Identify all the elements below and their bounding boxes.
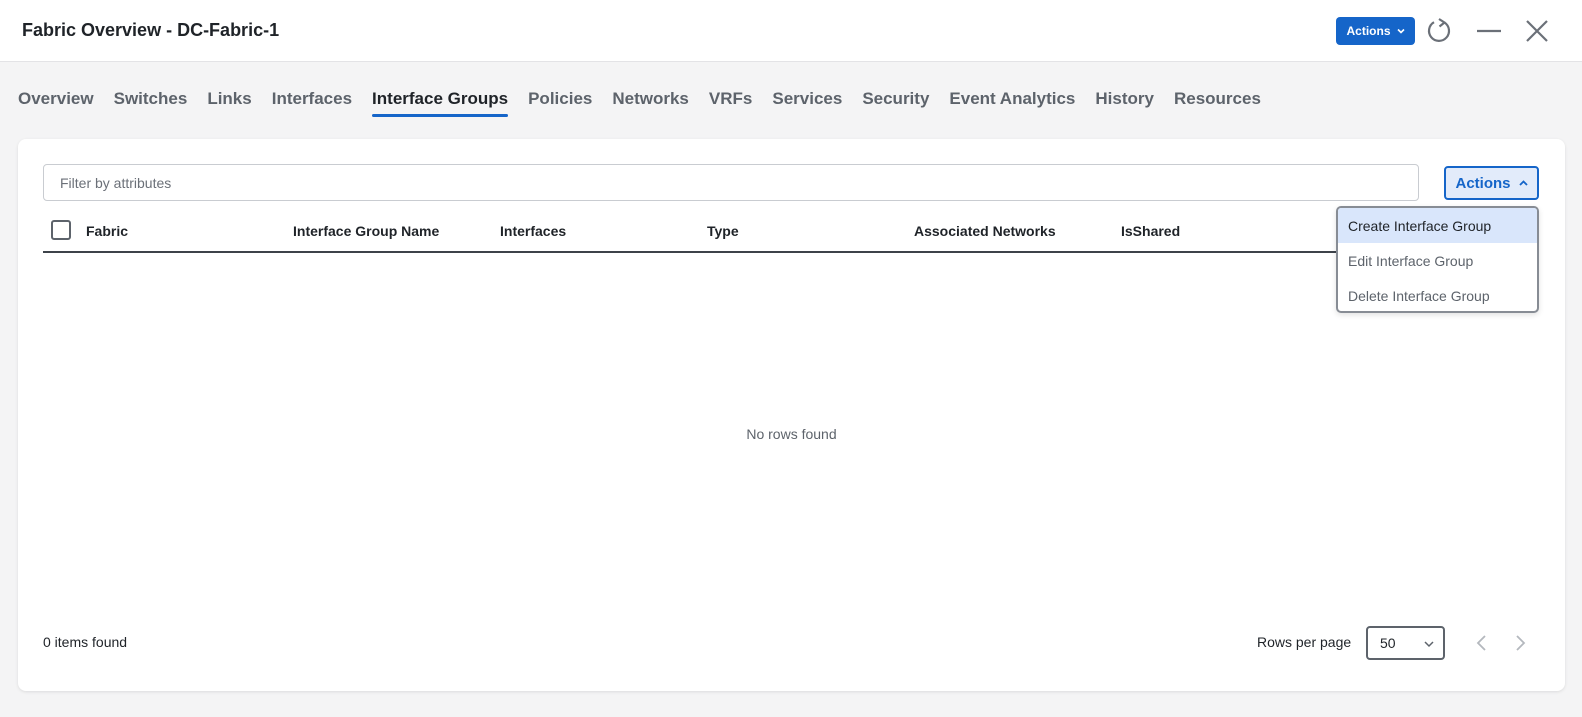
tab-security[interactable]: Security <box>852 88 939 118</box>
rows-per-page-value: 50 <box>1380 635 1396 651</box>
tab-vrfs[interactable]: VRFs <box>699 88 762 118</box>
tab-event-analytics[interactable]: Event Analytics <box>939 88 1085 118</box>
actions-dropdown-menu: Create Interface Group Edit Interface Gr… <box>1336 206 1539 313</box>
column-header-interfaces[interactable]: Interfaces <box>500 223 566 239</box>
chevron-down-icon <box>1396 26 1405 36</box>
tab-networks[interactable]: Networks <box>602 88 699 118</box>
tab-overview[interactable]: Overview <box>18 88 104 118</box>
next-page-icon[interactable] <box>1508 631 1532 655</box>
tab-services[interactable]: Services <box>762 88 852 118</box>
tab-policies[interactable]: Policies <box>518 88 602 118</box>
column-header-type[interactable]: Type <box>707 223 739 239</box>
tab-bar: Overview Switches Links Interfaces Inter… <box>18 88 1271 120</box>
table-actions-button[interactable]: Actions <box>1444 166 1539 200</box>
rows-per-page-select[interactable]: 50 <box>1366 626 1445 660</box>
minimize-icon[interactable] <box>1474 16 1504 46</box>
tab-switches[interactable]: Switches <box>104 88 198 118</box>
column-header-isshared[interactable]: IsShared <box>1121 223 1180 239</box>
items-found-count: 0 items found <box>43 634 128 650</box>
tab-interfaces[interactable]: Interfaces <box>262 88 362 118</box>
tab-interface-groups[interactable]: Interface Groups <box>362 88 518 118</box>
header-actions-button[interactable]: Actions <box>1336 17 1415 45</box>
rows-per-page-label: Rows per page <box>1257 634 1352 650</box>
filter-field[interactable] <box>43 164 1419 201</box>
column-header-fabric[interactable]: Fabric <box>86 223 128 239</box>
table-header: Fabric Interface Group Name Interfaces T… <box>43 217 1513 253</box>
table-actions-label: Actions <box>1455 174 1511 192</box>
previous-page-icon[interactable] <box>1470 631 1494 655</box>
filter-input[interactable] <box>60 174 1418 191</box>
refresh-icon[interactable] <box>1424 16 1454 46</box>
menu-item-edit-interface-group[interactable]: Edit Interface Group <box>1338 243 1537 278</box>
window-header: Fabric Overview - DC-Fabric-1 Actions <box>0 0 1582 62</box>
empty-table-message: No rows found <box>746 426 837 442</box>
column-header-interface-group-name[interactable]: Interface Group Name <box>293 223 439 239</box>
column-header-associated-networks[interactable]: Associated Networks <box>914 223 1056 239</box>
select-all-checkbox[interactable] <box>51 220 71 240</box>
menu-item-create-interface-group[interactable]: Create Interface Group <box>1338 208 1537 243</box>
menu-item-delete-interface-group[interactable]: Delete Interface Group <box>1338 278 1537 311</box>
close-icon[interactable] <box>1522 16 1552 46</box>
tab-resources[interactable]: Resources <box>1164 88 1271 118</box>
window-title: Fabric Overview - DC-Fabric-1 <box>22 20 280 40</box>
tab-links[interactable]: Links <box>197 88 261 118</box>
interface-groups-panel: Actions Fabric Interface Group Name Inte… <box>18 139 1565 691</box>
chevron-down-icon <box>1423 637 1435 653</box>
tab-history[interactable]: History <box>1085 88 1164 118</box>
chevron-up-icon <box>1518 178 1528 189</box>
header-actions-label: Actions <box>1346 24 1391 38</box>
